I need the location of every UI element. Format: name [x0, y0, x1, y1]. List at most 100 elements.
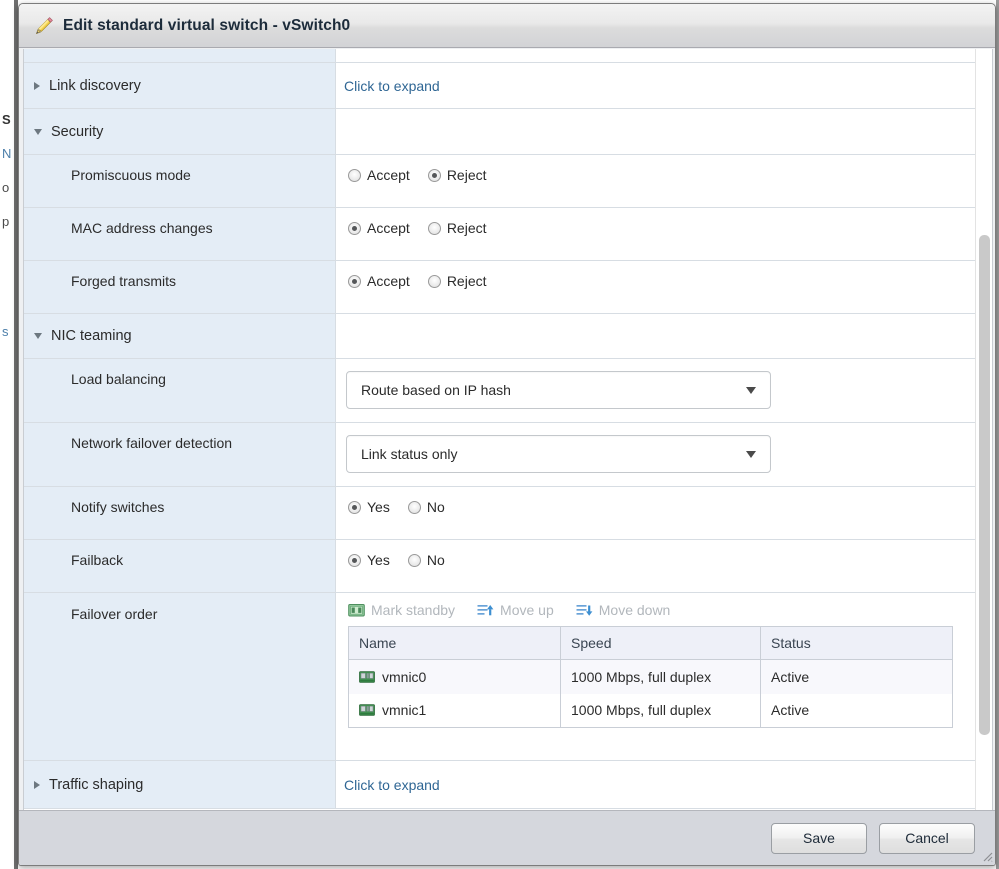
chevron-down-icon — [34, 128, 42, 135]
promiscuous-mode-accept-radio[interactable]: Accept — [348, 167, 410, 183]
load-balancing-value-cell: Route based on IP hash — [336, 359, 975, 422]
background-text: S — [2, 112, 11, 127]
section-traffic-shaping[interactable]: Traffic shaping Click to expand — [24, 761, 975, 809]
settings-form: Link discovery Click to expand Security … — [24, 49, 975, 810]
move-down-button[interactable]: Move down — [576, 602, 671, 618]
mac-address-changes-accept-label: Accept — [367, 220, 410, 236]
failover-detection-label: Network failover detection — [71, 435, 233, 451]
notify-switches-label-cell: Notify switches — [24, 487, 336, 539]
mac-address-changes-value-cell: Accept Reject — [336, 208, 975, 260]
notify-switches-yes-label: Yes — [367, 499, 390, 515]
load-balancing-label-cell: Load balancing — [24, 359, 336, 422]
failover-detection-select[interactable]: Link status only — [346, 435, 771, 473]
mac-address-changes-reject-radio[interactable]: Reject — [427, 220, 487, 236]
notify-switches-yes-radio[interactable]: Yes — [348, 499, 390, 515]
cancel-button[interactable]: Cancel — [879, 822, 975, 854]
promiscuous-mode-radiogroup[interactable]: Accept Reject — [348, 167, 505, 183]
column-header-speed[interactable]: Speed — [560, 626, 761, 660]
radio-indicator-on — [348, 553, 361, 567]
notify-switches-radiogroup[interactable]: Yes No — [348, 499, 463, 515]
mac-address-changes-reject-label: Reject — [446, 220, 487, 236]
failover-detection-selected-value: Link status only — [361, 446, 458, 462]
failback-value-cell: Yes No — [336, 540, 975, 592]
load-balancing-label: Load balancing — [71, 371, 166, 387]
notify-switches-no-radio[interactable]: No — [407, 499, 445, 515]
failover-order-toolbar: Mark standby Move up Move down — [348, 602, 670, 618]
forged-transmits-value-cell: Accept Reject — [336, 261, 975, 313]
failback-no-radio[interactable]: No — [407, 552, 445, 568]
forged-transmits-reject-radio[interactable]: Reject — [427, 273, 487, 289]
radio-indicator-on — [348, 221, 361, 235]
mark-standby-button[interactable]: Mark standby — [348, 602, 455, 618]
failover-order-table: Name Speed Status vmnic0 1000 Mbps, full… — [348, 626, 953, 728]
load-balancing-selected-value: Route based on IP hash — [361, 382, 511, 398]
dialog-body: Link discovery Click to expand Security … — [23, 49, 993, 812]
cell-name: vmnic1 — [348, 693, 561, 728]
partial-row-top — [24, 49, 975, 63]
section-security-label-cell[interactable]: Security — [24, 109, 336, 154]
radio-indicator-off — [348, 168, 361, 182]
save-button[interactable]: Save — [771, 822, 867, 854]
section-link-discovery[interactable]: Link discovery Click to expand — [24, 63, 975, 109]
promiscuous-mode-reject-radio[interactable]: Reject — [427, 167, 487, 183]
table-row[interactable]: vmnic0 1000 Mbps, full duplex Active — [348, 659, 953, 694]
radio-indicator-off — [407, 500, 421, 514]
section-nic-teaming[interactable]: NIC teaming — [24, 314, 975, 359]
move-up-button[interactable]: Move up — [477, 602, 554, 618]
move-up-icon — [477, 604, 494, 615]
vertical-scrollbar[interactable] — [975, 49, 992, 810]
section-security[interactable]: Security — [24, 109, 975, 155]
section-traffic-shaping-label-cell[interactable]: Traffic shaping — [24, 761, 336, 808]
table-row[interactable]: vmnic1 1000 Mbps, full duplex Active — [348, 693, 953, 728]
resize-grip-icon[interactable] — [980, 849, 993, 862]
section-nic-teaming-label-cell[interactable]: NIC teaming — [24, 314, 336, 358]
forged-transmits-radiogroup[interactable]: Accept Reject — [348, 273, 505, 289]
background-text: s — [2, 324, 9, 339]
radio-indicator-on — [348, 274, 361, 288]
cell-speed: 1000 Mbps, full duplex — [560, 693, 761, 728]
mac-address-changes-label-cell: MAC address changes — [24, 208, 336, 260]
scrollbar-thumb[interactable] — [979, 235, 990, 735]
field-notify-switches: Notify switches Yes No — [24, 487, 975, 540]
cell-status: Active — [760, 693, 953, 728]
dialog-titlebar[interactable]: Edit standard virtual switch - vSwitch0 — [19, 4, 995, 48]
chevron-right-icon — [34, 81, 40, 90]
radio-indicator-off — [407, 553, 421, 567]
dialog-title: Edit standard virtual switch - vSwitch0 — [63, 16, 351, 34]
pencil-icon — [35, 16, 53, 34]
section-nic-teaming-value-cell — [336, 314, 975, 358]
failback-label: Failback — [71, 552, 124, 568]
forged-transmits-label: Forged transmits — [71, 273, 177, 289]
field-failback: Failback Yes No — [24, 540, 975, 593]
mac-address-changes-radiogroup[interactable]: Accept Reject — [348, 220, 505, 236]
radio-indicator-off — [427, 221, 441, 235]
section-link-discovery-label-cell[interactable]: Link discovery — [24, 63, 336, 108]
failback-yes-radio[interactable]: Yes — [348, 552, 390, 568]
nic-name: vmnic1 — [382, 702, 427, 719]
link-discovery-expand-link[interactable]: Click to expand — [344, 78, 440, 94]
nic-icon — [359, 670, 375, 683]
mac-address-changes-accept-radio[interactable]: Accept — [348, 220, 410, 236]
background-text: N — [2, 146, 12, 161]
column-header-status[interactable]: Status — [760, 626, 953, 660]
forged-transmits-accept-radio[interactable]: Accept — [348, 273, 410, 289]
promiscuous-mode-accept-label: Accept — [367, 167, 410, 183]
link-discovery-value-cell[interactable]: Click to expand — [336, 63, 975, 108]
notify-switches-label: Notify switches — [71, 499, 165, 515]
section-nic-teaming-label: NIC teaming — [51, 328, 132, 344]
move-down-label: Move down — [598, 602, 671, 618]
failback-radiogroup[interactable]: Yes No — [348, 552, 463, 568]
background-text: p — [2, 214, 10, 229]
traffic-shaping-value-cell[interactable]: Click to expand — [336, 761, 975, 808]
cell-name: vmnic0 — [348, 659, 561, 694]
radio-indicator-on — [427, 168, 441, 182]
edit-virtual-switch-dialog: Edit standard virtual switch - vSwitch0 … — [18, 3, 996, 866]
traffic-shaping-expand-link[interactable]: Click to expand — [344, 777, 440, 793]
field-forged-transmits: Forged transmits Accept Reject — [24, 261, 975, 314]
mark-standby-label: Mark standby — [371, 602, 456, 618]
failover-detection-value-cell: Link status only — [336, 423, 975, 486]
chevron-down-icon — [34, 333, 42, 339]
failover-order-label-cell: Failover order — [24, 593, 336, 760]
column-header-name[interactable]: Name — [348, 626, 561, 660]
load-balancing-select[interactable]: Route based on IP hash — [346, 371, 771, 409]
